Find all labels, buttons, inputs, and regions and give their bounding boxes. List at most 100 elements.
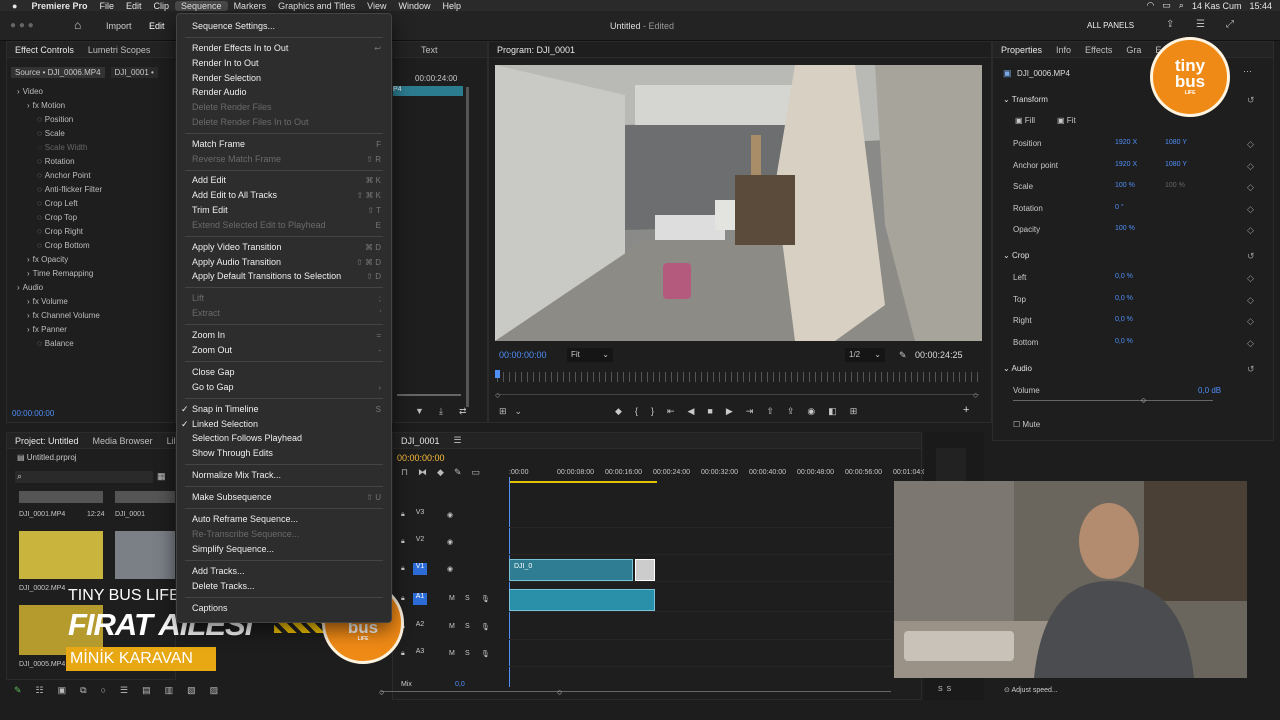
go-to-out-icon[interactable]: ⇥: [746, 406, 754, 417]
menu-item[interactable]: Render Effects In to Out ↩: [192, 41, 381, 55]
lock-icon[interactable]: 🔒︎: [401, 595, 405, 603]
property-value[interactable]: 1920 X: [1115, 139, 1137, 146]
adjust-speed-button[interactable]: ⊙ Adjust speed...: [1004, 686, 1058, 694]
solo-buttons[interactable]: S S: [938, 686, 951, 693]
home-icon[interactable]: ⌂: [74, 18, 81, 32]
tab-text[interactable]: Text: [421, 45, 438, 55]
menu-item[interactable]: Sequence Settings...: [192, 19, 381, 33]
work-area-bar[interactable]: [509, 481, 657, 483]
chevron-right-icon[interactable]: ◌: [37, 339, 42, 348]
effect-row[interactable]: › fx Motion: [27, 98, 65, 112]
property-value[interactable]: 100 %: [1115, 225, 1135, 232]
panel-menu-icon[interactable]: ☰: [454, 435, 462, 446]
tab-info[interactable]: Info: [1056, 45, 1071, 55]
chevron-right-icon[interactable]: ◌: [37, 115, 42, 124]
timeline-ruler[interactable]: :00:00 00:00:08:00 00:00:16:00 00:00:24:00 0…: [509, 467, 930, 481]
chevron-right-icon[interactable]: ›: [27, 269, 30, 278]
menu-item[interactable]: Show Through Edits: [192, 446, 381, 460]
thumb-dji-0002-mp4[interactable]: [19, 531, 103, 579]
mute-icon[interactable]: M: [449, 595, 455, 602]
chevron-right-icon[interactable]: ›: [27, 297, 30, 306]
magnet-icon[interactable]: ⊓: [401, 467, 408, 478]
zoom-handle-left-icon[interactable]: ○: [495, 390, 500, 400]
effect-row[interactable]: ◌ Crop Top: [37, 210, 77, 224]
track-lane[interactable]: [509, 616, 893, 640]
menu-item[interactable]: Match Frame F: [192, 137, 381, 151]
menu-item[interactable]: Apply Audio Transition ⇧ ⌘ D: [192, 255, 381, 269]
chevron-right-icon[interactable]: ◌: [37, 185, 42, 194]
tab-project[interactable]: Project: Untitled: [15, 436, 79, 446]
microphone-icon[interactable]: 🎙︎: [481, 650, 490, 658]
menu-item[interactable]: Render In to Out: [192, 56, 381, 70]
menu-item[interactable]: Apply Video Transition ⌘ D: [192, 240, 381, 254]
export-frame-icon[interactable]: ◉: [807, 406, 815, 417]
marker-icon[interactable]: ◆: [615, 406, 622, 417]
program-zoom-bar[interactable]: [497, 394, 979, 395]
play-icon[interactable]: ▶: [726, 406, 733, 417]
wrench-icon[interactable]: ✎: [454, 467, 462, 478]
tab-libraries[interactable]: Lib: [167, 436, 175, 446]
program-monitor-title[interactable]: Program: DJI_0001: [497, 45, 575, 55]
tab-graphics[interactable]: Gra: [1126, 45, 1141, 55]
wifi-icon[interactable]: ◠: [1147, 0, 1155, 11]
menu-item[interactable]: Selection Follows Playhead: [192, 431, 381, 445]
zoom-handle-left-icon[interactable]: ○: [379, 687, 384, 697]
effect-row[interactable]: ◌ Crop Left: [37, 196, 78, 210]
effect-row[interactable]: ◌ Scale Width: [37, 140, 87, 154]
lock-icon[interactable]: 🔒︎: [401, 565, 405, 573]
effect-row[interactable]: › fx Channel Volume: [27, 308, 100, 322]
expand-icon[interactable]: ⤢: [1226, 19, 1234, 30]
tab-properties[interactable]: Properties: [1001, 45, 1042, 55]
add-button-icon[interactable]: +: [963, 404, 969, 416]
menu-markers[interactable]: Markers: [228, 1, 273, 11]
chevron-right-icon[interactable]: ›: [27, 325, 30, 334]
chevron-right-icon[interactable]: ◌: [37, 143, 42, 152]
program-playhead-timecode[interactable]: 00:00:00:00: [499, 350, 547, 360]
menu-sequence[interactable]: Sequence: [175, 0, 228, 11]
thumb-dji-0001[interactable]: [115, 491, 175, 503]
effect-row[interactable]: ◌ Anti-flicker Filter: [37, 182, 102, 196]
menu-item[interactable]: Go to Gap ›: [192, 380, 381, 394]
mute-icon[interactable]: M: [449, 623, 455, 630]
stop-icon[interactable]: ■: [707, 406, 712, 417]
effect-controls-timecode[interactable]: 00:00:00:00: [12, 409, 54, 418]
menu-edit[interactable]: Edit: [120, 1, 148, 11]
thumb-dji-0001-mp4[interactable]: [19, 491, 103, 503]
menu-item[interactable]: Trim Edit ⇧ T: [192, 203, 381, 217]
track-name[interactable]: V2: [413, 536, 427, 548]
panel-menu-icon[interactable]: ☰: [1196, 19, 1205, 30]
source-clip-tab[interactable]: Source • DJI_0006.MP4: [11, 66, 105, 78]
zoom-handle-right-icon[interactable]: ○: [557, 687, 562, 697]
keyframe-icon[interactable]: ◇: [1247, 139, 1254, 150]
freeform-view-icon[interactable]: ⧉: [80, 685, 86, 696]
trash-icon[interactable]: ▨: [210, 685, 219, 696]
track-name[interactable]: A3: [413, 648, 427, 660]
effect-row[interactable]: ◌ Balance: [37, 336, 74, 350]
menu-item[interactable]: Captions: [192, 601, 381, 615]
tab-import[interactable]: Import: [106, 21, 132, 31]
marker-icon[interactable]: ◆: [437, 467, 444, 478]
new-bin-icon[interactable]: ▦: [157, 471, 166, 482]
fill-button[interactable]: ▣ Fill: [1015, 116, 1035, 125]
chevron-right-icon[interactable]: ›: [17, 87, 20, 96]
mix-value[interactable]: 0,0: [455, 681, 465, 688]
text-panel-scrollbar[interactable]: [466, 87, 469, 407]
effect-row[interactable]: ◌ Crop Right: [37, 224, 83, 238]
menu-item[interactable]: Zoom Out -: [192, 343, 381, 357]
overwrite-icon[interactable]: ⇄: [459, 406, 467, 417]
lock-icon[interactable]: 🔒︎: [401, 538, 405, 546]
share-icon[interactable]: ⇪: [1166, 19, 1174, 30]
track-name[interactable]: A2: [413, 621, 427, 633]
filter-icon[interactable]: ▼: [415, 406, 424, 416]
reset-icon[interactable]: ↺: [1247, 251, 1255, 262]
tab-effect-controls[interactable]: Effect Controls: [15, 45, 74, 55]
track-lane[interactable]: [509, 531, 893, 555]
zoom-slider-icon[interactable]: ○: [101, 685, 106, 695]
multicam-icon[interactable]: ⊞: [850, 406, 858, 417]
audio-section[interactable]: ⌄ Audio: [1003, 364, 1032, 373]
settings-wrench-icon[interactable]: ✎: [899, 350, 907, 361]
menu-item[interactable]: Auto Reframe Sequence...: [192, 512, 381, 526]
menu-clip[interactable]: Clip: [148, 1, 176, 11]
reset-icon[interactable]: ↺: [1247, 95, 1255, 106]
menu-item[interactable]: ✓ Linked Selection: [181, 417, 381, 431]
